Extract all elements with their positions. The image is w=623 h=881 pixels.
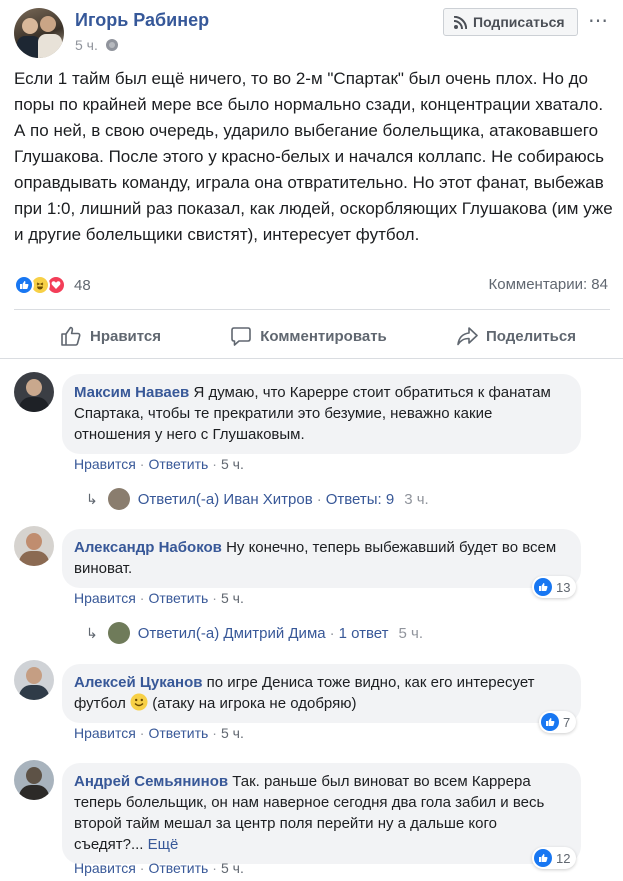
like-icon	[534, 849, 552, 867]
comment-bubble: Максим Наваев Я думаю, что Карерре стоит…	[62, 374, 581, 454]
comment-time[interactable]: 5 ч.	[221, 590, 244, 606]
comment-time[interactable]: 5 ч.	[221, 725, 244, 741]
share-icon	[456, 325, 478, 347]
comment-time[interactable]: 5 ч.	[221, 860, 244, 876]
post-actions: Нравится Комментировать Поделиться	[14, 318, 610, 354]
comment-likes[interactable]: 7	[539, 711, 577, 733]
comment-button[interactable]: Комментировать	[230, 318, 387, 354]
comment-reply-link[interactable]: Ответить	[148, 456, 208, 472]
comment-actions: Нравится · Ответить · 5 ч.	[74, 456, 244, 472]
share-label: Поделиться	[485, 327, 576, 345]
author-avatar[interactable]	[14, 8, 64, 58]
like-button[interactable]: Нравится	[60, 318, 161, 354]
divider	[14, 309, 610, 310]
more-options-icon[interactable]: ⋯	[586, 10, 610, 34]
comment-like-link[interactable]: Нравится	[74, 725, 136, 741]
comment-likes[interactable]: 13	[532, 576, 577, 598]
comment-reply-link[interactable]: Ответить	[148, 725, 208, 741]
comment-reply-link[interactable]: Ответить	[148, 860, 208, 876]
comments-count[interactable]: Комментарии: 84	[489, 276, 609, 293]
reply-arrow-icon: ↳	[86, 624, 98, 641]
reply-avatar	[107, 488, 130, 510]
reactions-count: 48	[74, 276, 91, 294]
post-text: Если 1 тайм был ещё ничего, то во 2-м "С…	[14, 69, 613, 244]
replies-link[interactable]: ↳ Ответил(-а) Дмитрий Дима · 1 ответ 5 ч…	[86, 622, 423, 644]
globe-icon	[105, 39, 118, 51]
post-time[interactable]: 5 ч.	[75, 37, 98, 53]
commenter-avatar[interactable]	[14, 660, 54, 700]
comment-label: Комментировать	[260, 327, 387, 345]
like-icon	[541, 713, 559, 731]
comment-actions: Нравится · Ответить · 5 ч.	[74, 860, 244, 876]
subscribe-label: Подписаться	[473, 14, 565, 30]
share-button[interactable]: Поделиться	[456, 318, 576, 354]
commenter-avatar[interactable]	[14, 760, 54, 800]
thumbs-up-icon	[60, 325, 82, 347]
comment-likes[interactable]: 12	[532, 847, 577, 869]
reply-avatar	[107, 622, 130, 644]
post-meta: 5 ч.	[75, 37, 118, 53]
comment-like-link[interactable]: Нравится	[74, 456, 136, 472]
reply-arrow-icon: ↳	[86, 490, 98, 507]
comment-actions: Нравится · Ответить · 5 ч.	[74, 725, 244, 741]
like-icon	[14, 275, 34, 295]
commenter-name[interactable]: Александр Набоков	[74, 539, 222, 556]
commenter-avatar[interactable]	[14, 372, 54, 412]
comment-like-link[interactable]: Нравится	[74, 860, 136, 876]
comment-reply-link[interactable]: Ответить	[148, 590, 208, 606]
comment-icon	[230, 325, 252, 347]
smile-emoji-icon	[130, 693, 148, 711]
commenter-avatar[interactable]	[14, 526, 54, 566]
like-icon	[534, 578, 552, 596]
like-label: Нравится	[90, 327, 162, 345]
comment-time[interactable]: 5 ч.	[221, 456, 244, 472]
comment-bubble: Андрей Семьянинов Так. раньше был винова…	[62, 763, 581, 864]
comment-bubble: Алексей Цуканов по игре Дениса тоже видн…	[62, 664, 581, 723]
comment-bubble: Александр Набоков Ну конечно, теперь выб…	[62, 529, 581, 588]
commenter-name[interactable]: Андрей Семьянинов	[74, 773, 228, 790]
reactions-summary[interactable]: 48	[14, 274, 91, 296]
comment-like-link[interactable]: Нравится	[74, 590, 136, 606]
post-header: Игорь Рабинер 5 ч. Подписаться ⋯	[14, 8, 614, 62]
comment-text: (атаку на игрока не одобряю)	[152, 695, 357, 712]
commenter-name[interactable]: Алексей Цуканов	[74, 674, 202, 691]
subscribe-button[interactable]: Подписаться	[443, 8, 578, 36]
author-name[interactable]: Игорь Рабинер	[75, 10, 209, 31]
rss-icon	[454, 15, 467, 29]
commenter-name[interactable]: Максим Наваев	[74, 384, 189, 401]
comment-actions: Нравится · Ответить · 5 ч.	[74, 590, 244, 606]
replies-link[interactable]: ↳ Ответил(-а) Иван Хитров · Ответы: 9 3 …	[86, 488, 429, 510]
divider	[0, 358, 623, 359]
see-more-link[interactable]: Ещё	[148, 836, 179, 853]
